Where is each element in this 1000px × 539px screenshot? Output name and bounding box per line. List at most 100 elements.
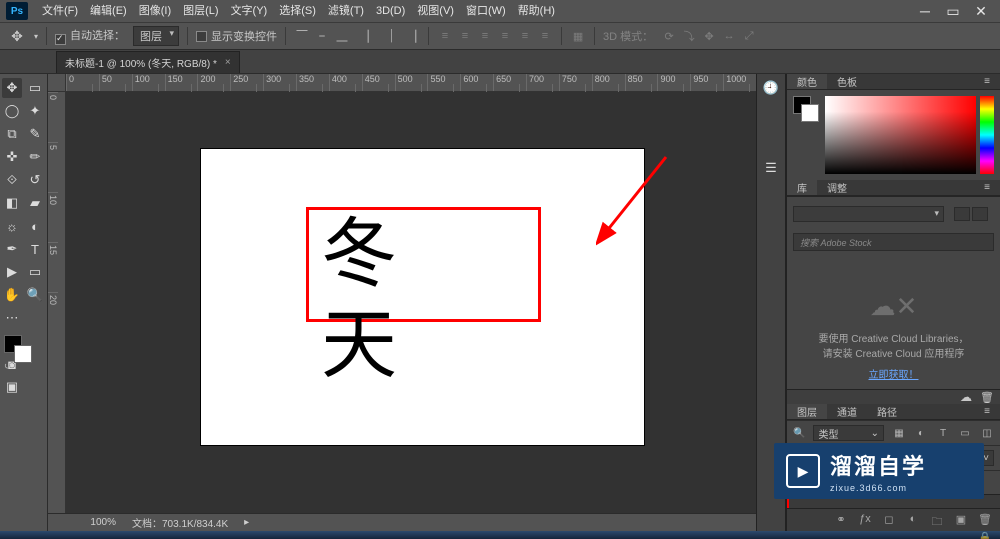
menu-item[interactable]: 选择(S)	[273, 0, 322, 22]
trash-icon[interactable]: 🗑	[980, 391, 994, 404]
library-panel-menu-icon[interactable]: ≡	[974, 180, 1000, 195]
dist-vcenter-icon[interactable]: ≡	[457, 28, 473, 44]
menu-item[interactable]: 滤镜(T)	[322, 0, 370, 22]
color-swatches[interactable]: ↺	[2, 335, 45, 371]
color-panel-menu-icon[interactable]: ≡	[974, 74, 1000, 89]
filter-shape-icon[interactable]: ▭	[958, 426, 972, 440]
hand-tool[interactable]: ✋	[2, 285, 22, 305]
dist-bottom-icon[interactable]: ≡	[477, 28, 493, 44]
3d-roll-icon[interactable]: ⤵	[681, 28, 697, 44]
layer-group-icon[interactable]: 🗀	[930, 513, 944, 527]
layers-panel-menu-icon[interactable]: ≡	[974, 404, 1000, 419]
type-tool[interactable]: T	[25, 239, 45, 259]
dist-top-icon[interactable]: ≡	[437, 28, 453, 44]
menu-item[interactable]: 帮助(H)	[512, 0, 561, 22]
adjustment-layer-icon[interactable]: ◐	[906, 513, 920, 527]
tab-swatches[interactable]: 色板	[827, 74, 867, 89]
blur-tool[interactable]: ☼	[2, 216, 22, 236]
list-view-icon[interactable]	[972, 207, 988, 221]
history-panel-icon[interactable]: 🕘	[761, 78, 781, 98]
dodge-tool[interactable]: ◐	[25, 216, 45, 236]
menu-item[interactable]: 图层(L)	[177, 0, 224, 22]
screen-mode-tool[interactable]: ▣	[2, 377, 22, 397]
move-tool[interactable]: ✥	[2, 78, 22, 98]
menu-item[interactable]: 文字(Y)	[225, 0, 274, 22]
menu-item[interactable]: 视图(V)	[411, 0, 460, 22]
tab-close-icon[interactable]: ×	[225, 57, 231, 68]
restore-button[interactable]: ▭	[946, 3, 960, 20]
cc-sync-icon[interactable]: ☁	[960, 390, 972, 404]
crop-tool[interactable]: ⧉	[2, 124, 22, 144]
delete-layer-icon[interactable]: 🗑	[978, 513, 992, 527]
path-select-tool[interactable]: ▶	[2, 262, 22, 282]
gradient-tool[interactable]: ▰	[25, 193, 45, 213]
layer-kind-dropdown[interactable]: 类型⌄	[813, 425, 884, 441]
filter-smart-icon[interactable]: ◫	[980, 426, 994, 440]
eyedropper-tool[interactable]: ✎	[25, 124, 45, 144]
3d-scale-icon[interactable]: ⤢	[741, 28, 757, 44]
show-transform-checkbox[interactable]: 显示变换控件	[196, 28, 277, 44]
hue-slider[interactable]	[980, 96, 994, 174]
3d-pan-icon[interactable]: ✥	[701, 28, 717, 44]
filter-type-icon[interactable]: T	[936, 426, 950, 440]
library-dropdown[interactable]	[793, 206, 944, 222]
healing-brush-tool[interactable]: ✜	[2, 147, 22, 167]
grid-view-icon[interactable]	[954, 207, 970, 221]
menu-item[interactable]: 窗口(W)	[460, 0, 512, 22]
brush-tool[interactable]: ✏	[25, 147, 45, 167]
dist-right-icon[interactable]: ≡	[537, 28, 553, 44]
menu-item[interactable]: 文件(F)	[36, 0, 84, 22]
auto-select-dropdown[interactable]: 图层	[133, 26, 179, 46]
zoom-level[interactable]: 100%	[56, 517, 116, 528]
lasso-tool[interactable]: ◯	[2, 101, 22, 121]
tab-color[interactable]: 颜色	[787, 74, 827, 89]
align-hcenter-icon[interactable]: │	[384, 28, 400, 44]
align-bottom-icon[interactable]: ⎽	[334, 28, 350, 44]
align-left-icon[interactable]: ▏	[364, 28, 380, 44]
document-tab[interactable]: 未标题-1 @ 100% (冬天, RGB/8) * ×	[56, 51, 240, 73]
close-button[interactable]: ✕	[974, 3, 988, 20]
new-layer-icon[interactable]: ▣	[954, 513, 968, 527]
menu-item[interactable]: 3D(D)	[370, 0, 411, 22]
cc-get-link[interactable]: 立即获取！	[869, 366, 919, 381]
shape-tool[interactable]: ▭	[25, 262, 45, 282]
auto-align-icon[interactable]: ▦	[570, 28, 586, 44]
menu-item[interactable]: 编辑(E)	[84, 0, 133, 22]
align-right-icon[interactable]: ▕	[404, 28, 420, 44]
dist-hcenter-icon[interactable]: ≡	[517, 28, 533, 44]
clone-stamp-tool[interactable]: ⟐	[2, 170, 22, 190]
magic-wand-tool[interactable]: ✦	[25, 101, 45, 121]
tab-paths[interactable]: 路径	[867, 404, 907, 419]
canvas-stage[interactable]: 冬 天	[66, 92, 756, 513]
3d-orbit-icon[interactable]: ⟳	[661, 28, 677, 44]
text-layer[interactable]: 冬 天	[321, 210, 541, 392]
color-field[interactable]	[825, 96, 976, 174]
stock-search-input[interactable]: 搜索 Adobe Stock	[793, 233, 994, 251]
tab-layers[interactable]: 图层	[787, 404, 827, 419]
auto-select-checkbox[interactable]: 自动选择：	[55, 27, 125, 45]
panel-swatches[interactable]	[793, 96, 821, 132]
properties-panel-icon[interactable]: ☰	[761, 158, 781, 178]
eraser-tool[interactable]: ◧	[2, 193, 22, 213]
layer-mask-icon[interactable]: ◻	[882, 513, 896, 527]
pen-tool[interactable]: ✒	[2, 239, 22, 259]
dist-left-icon[interactable]: ≡	[497, 28, 513, 44]
status-arrow-icon[interactable]: ▸	[244, 517, 249, 528]
zoom-tool[interactable]: 🔍	[25, 285, 45, 305]
tab-libraries[interactable]: 库	[787, 180, 817, 195]
background-color[interactable]	[14, 345, 32, 363]
history-brush-tool[interactable]: ↺	[25, 170, 45, 190]
align-top-icon[interactable]: ⎺	[294, 28, 310, 44]
filter-adjust-icon[interactable]: ◐	[914, 426, 928, 440]
align-vcenter-icon[interactable]: ⎯	[314, 28, 330, 44]
tab-channels[interactable]: 通道	[827, 404, 867, 419]
link-layers-icon[interactable]: ⚭	[834, 513, 848, 527]
menu-item[interactable]: 图像(I)	[133, 0, 177, 22]
edit-toolbar[interactable]: ⋯	[2, 308, 22, 328]
layer-fx-icon[interactable]: ƒx	[858, 513, 872, 527]
3d-slide-icon[interactable]: ↔	[721, 28, 737, 44]
filter-image-icon[interactable]: ▦	[892, 426, 906, 440]
minimize-button[interactable]: ─	[918, 3, 932, 20]
tab-adjustments[interactable]: 调整	[817, 180, 857, 195]
artboard-tool[interactable]: ▭	[25, 78, 45, 98]
